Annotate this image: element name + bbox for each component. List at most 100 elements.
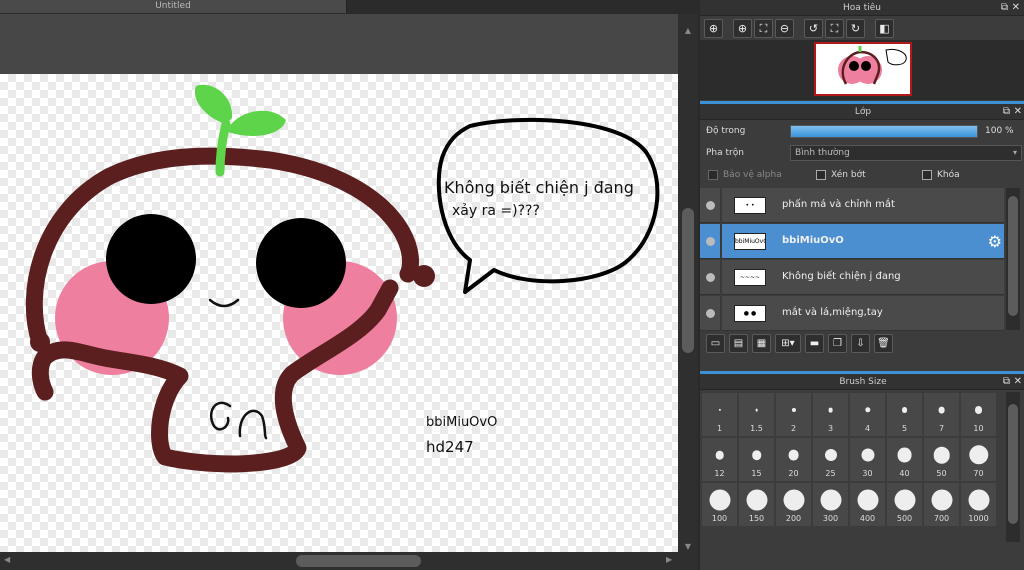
brush-size-option[interactable]: 5 <box>887 393 923 437</box>
horizontal-scroll-thumb[interactable] <box>296 555 421 567</box>
brush-size-option[interactable]: 10 <box>961 393 997 437</box>
navigator-preview[interactable] <box>700 40 1024 100</box>
brush-size-option[interactable]: 3 <box>813 393 849 437</box>
brush-size-label: 100 <box>711 514 728 523</box>
brush-size-option[interactable]: 7 <box>924 393 960 437</box>
brush-scroll-thumb[interactable] <box>1008 404 1018 524</box>
eye-icon[interactable] <box>706 237 715 246</box>
duplicate-layer-button[interactable]: ❐ <box>828 333 847 353</box>
float-panel-icon[interactable]: ⧉ <box>1001 0 1008 16</box>
brush-size-label: 2 <box>790 424 797 433</box>
layer-item[interactable]: ~~~~ Không biết chiện j đang <box>700 260 1004 295</box>
brush-size-scrollbar[interactable] <box>1006 392 1020 542</box>
scroll-down-arrow-icon[interactable]: ▼ <box>682 542 694 552</box>
clipping-checkbox[interactable]: Xén bớt <box>816 170 922 180</box>
new-halftone-layer-button[interactable]: ▤ <box>729 333 748 353</box>
float-panel-icon[interactable]: ⧉ <box>1003 104 1010 120</box>
navigator-viewport-frame[interactable] <box>814 42 912 96</box>
scroll-left-arrow-icon[interactable]: ◀ <box>4 555 14 567</box>
brush-size-option[interactable]: 12 <box>702 438 738 482</box>
rotate-left-button[interactable]: ↺ <box>804 18 823 38</box>
opacity-slider[interactable] <box>790 124 978 138</box>
brush-size-option[interactable]: 500 <box>887 483 923 527</box>
brush-size-option[interactable]: 40 <box>887 438 923 482</box>
opacity-value: 100 % <box>985 126 1014 136</box>
brush-size-label: 400 <box>859 514 876 523</box>
brush-size-option[interactable]: 4 <box>850 393 886 437</box>
scroll-up-arrow-icon[interactable]: ▲ <box>682 26 694 36</box>
new-1bit-layer-button[interactable]: ▦ <box>752 333 771 353</box>
brush-size-label: 70 <box>973 469 984 478</box>
brush-preview-dot <box>933 446 950 464</box>
brush-size-label: 1 <box>716 424 723 433</box>
brush-size-option[interactable]: 1.5 <box>739 393 775 437</box>
fit-window-button[interactable]: ⛶ <box>825 18 844 38</box>
drawing-canvas[interactable]: Không biết chiện j đang xảy ra =)??? bbi… <box>0 74 678 564</box>
vertical-scroll-thumb[interactable] <box>682 208 694 353</box>
brush-size-label: 30 <box>862 469 873 478</box>
brush-size-option[interactable]: 70 <box>961 438 997 482</box>
signature-line-1: bbiMiuOvO <box>426 415 498 430</box>
brush-size-label: 50 <box>936 469 947 478</box>
brush-size-option[interactable]: 25 <box>813 438 849 482</box>
protect-alpha-checkbox[interactable]: Bảo vệ alpha <box>708 170 816 180</box>
brush-size-option[interactable]: 1 <box>702 393 738 437</box>
eye-icon[interactable] <box>706 273 715 282</box>
zoom-out-button[interactable]: ⊖ <box>775 18 794 38</box>
brush-size-option[interactable]: 20 <box>776 438 812 482</box>
eye-icon[interactable] <box>706 201 715 210</box>
rotate-right-button[interactable]: ↻ <box>846 18 865 38</box>
brush-size-option[interactable]: 50 <box>924 438 960 482</box>
brush-size-option[interactable]: 400 <box>850 483 886 527</box>
canvas-viewport[interactable]: Không biết chiện j đang xảy ra =)??? bbi… <box>0 14 678 564</box>
blend-mode-select[interactable]: Bình thường ▾ <box>790 145 1022 161</box>
brush-size-label: 5 <box>901 424 908 433</box>
layer-item[interactable]: • • phấn má và chỉnh mắt <box>700 188 1004 223</box>
brush-size-option[interactable]: 2 <box>776 393 812 437</box>
layer-item-active[interactable]: bbiMiuOvO hd247 bbiMiuOvO ⚙ <box>700 224 1004 259</box>
new-layer-button[interactable]: ▭ <box>706 333 725 353</box>
brush-preview-dot <box>755 408 758 412</box>
merge-layer-button[interactable]: ⇩ <box>851 333 870 353</box>
float-panel-icon[interactable]: ⧉ <box>1003 374 1010 390</box>
new-page-icon: ▭ <box>710 337 721 349</box>
layer-list-scrollbar[interactable] <box>1006 188 1020 330</box>
close-panel-icon[interactable]: ✕ <box>1014 104 1022 120</box>
scroll-right-arrow-icon[interactable]: ▶ <box>666 555 676 567</box>
sprout-leaf-right <box>228 110 286 136</box>
new-folder-button[interactable]: ▬ <box>805 333 824 353</box>
merge-icon: ⇩ <box>856 337 865 349</box>
layer-title-text: Lớp <box>854 107 872 117</box>
eye-icon[interactable] <box>706 309 715 318</box>
document-tab[interactable]: Untitled <box>0 0 347 13</box>
zoom-in-button[interactable]: ⊕ <box>733 18 752 38</box>
add-layer-dropdown-button[interactable]: ⊞▾ <box>775 333 801 353</box>
brush-size-option[interactable]: 700 <box>924 483 960 527</box>
delete-layer-button[interactable]: 🗑 <box>874 333 893 353</box>
layer-thumbnail: • • <box>734 197 766 214</box>
brush-size-option[interactable]: 1000 <box>961 483 997 527</box>
canvas-vertical-scrollbar[interactable]: ▲ ▼ <box>678 14 698 554</box>
brush-size-option[interactable]: 15 <box>739 438 775 482</box>
lock-checkbox[interactable]: Khóa <box>922 170 960 180</box>
brush-size-option[interactable]: 200 <box>776 483 812 527</box>
canvas-horizontal-scrollbar[interactable]: ◀ ▶ <box>0 552 698 570</box>
brush-size-label: 10 <box>973 424 984 433</box>
close-panel-icon[interactable]: ✕ <box>1012 0 1020 16</box>
layer-scroll-thumb[interactable] <box>1008 196 1018 316</box>
brush-size-label: 40 <box>899 469 910 478</box>
flip-horizontal-button[interactable]: ◧ <box>875 18 894 38</box>
brush-size-option[interactable]: 300 <box>813 483 849 527</box>
layer-item[interactable]: ● ● mắt và lá,miệng,tay <box>700 296 1004 331</box>
brush-size-option[interactable]: 150 <box>739 483 775 527</box>
gear-icon[interactable]: ⚙ <box>988 232 1002 251</box>
brush-preview-dot <box>828 407 833 413</box>
close-panel-icon[interactable]: ✕ <box>1014 374 1022 390</box>
halftone-icon: ▤ <box>733 337 744 349</box>
fit-canvas-button[interactable]: ⛶ <box>754 18 773 38</box>
brush-size-option[interactable]: 30 <box>850 438 886 482</box>
brush-preview-dot <box>824 449 837 461</box>
layer-thumbnail: bbiMiuOvO hd247 <box>734 233 766 250</box>
brush-size-option[interactable]: 100 <box>702 483 738 527</box>
zoom-reset-button[interactable]: ⊕ <box>704 18 723 38</box>
